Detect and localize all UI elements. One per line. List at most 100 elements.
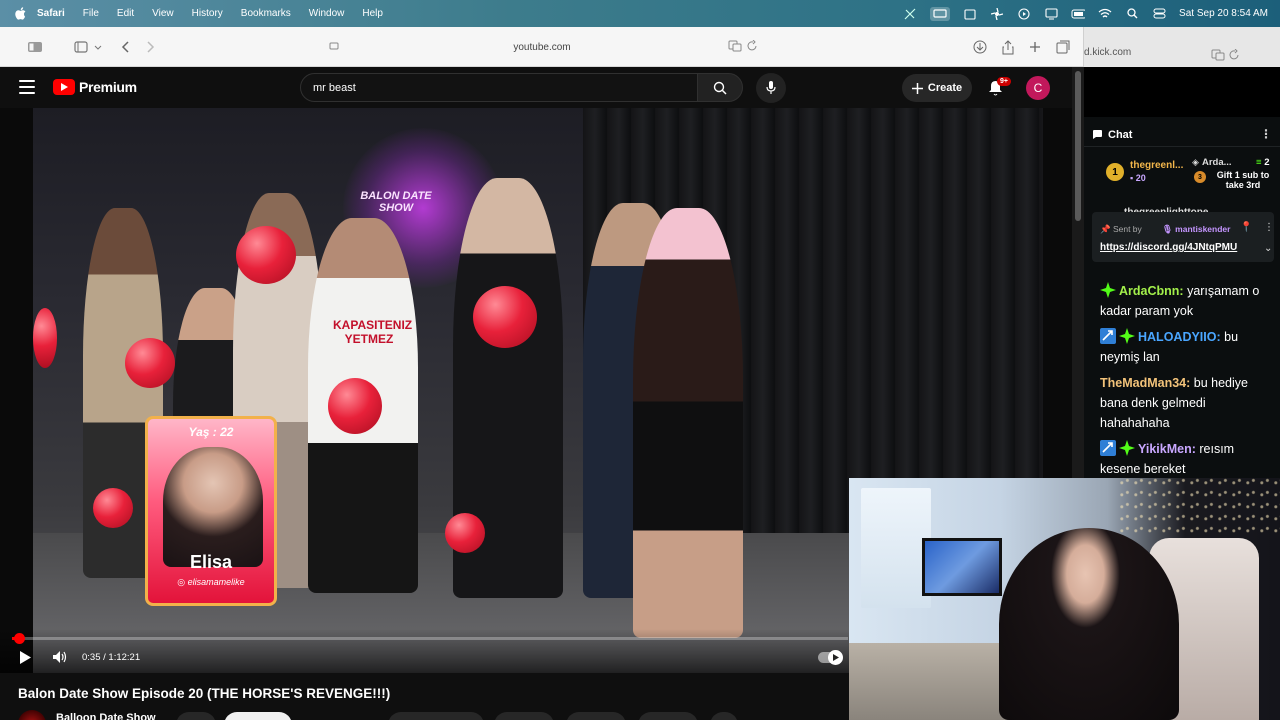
address-text[interactable]: youtube.com — [513, 42, 570, 53]
like-button[interactable] — [388, 712, 484, 720]
forward-icon[interactable] — [144, 39, 158, 55]
pinned-sender[interactable]: 🎙 mantiskender — [1162, 224, 1230, 235]
chevron-down-icon[interactable]: ⌄ — [1264, 243, 1272, 254]
balloon — [473, 286, 537, 348]
pinned-sent-by: 📌 Sent by — [1100, 224, 1142, 235]
menu-edit[interactable]: Edit — [117, 8, 134, 19]
instagram-icon: ◎ — [177, 577, 188, 587]
person — [633, 208, 743, 638]
download-button[interactable] — [566, 712, 626, 720]
gifter-2-name[interactable]: Arda... — [1202, 157, 1232, 168]
time-display: 0:35 / 1:12:21 — [82, 652, 141, 663]
new-tab-icon[interactable] — [1028, 39, 1042, 55]
microphone-icon — [766, 81, 776, 94]
menu-icon[interactable] — [19, 80, 35, 94]
chat-options-icon[interactable]: ⋮ — [1260, 127, 1272, 141]
youtube-logo[interactable]: Premium — [53, 79, 137, 95]
more-actions-button[interactable] — [710, 712, 738, 720]
downloads-icon[interactable] — [972, 39, 988, 55]
play-circle-icon[interactable] — [1017, 7, 1031, 21]
streamer — [999, 528, 1179, 720]
share-icon[interactable] — [1000, 39, 1016, 55]
pinned-link[interactable]: https://discord.gg/4JNtqPMU — [1100, 242, 1237, 253]
scrubber-handle[interactable] — [13, 633, 25, 644]
tab-grid-icon[interactable] — [1055, 39, 1071, 55]
unpin-icon[interactable]: 📍 — [1240, 222, 1252, 233]
apple-menu-icon[interactable] — [13, 7, 27, 21]
chat-username[interactable]: HALOADYIIO: — [1138, 330, 1221, 344]
channel-name[interactable]: Balloon Date Show — [56, 712, 156, 720]
address-bar[interactable]: youtube.com — [322, 35, 762, 59]
gift-prompt[interactable]: Gift 1 sub to take 3rd — [1208, 170, 1278, 190]
share-button[interactable] — [494, 712, 554, 720]
control-center-icon[interactable] — [1152, 7, 1166, 21]
search-box[interactable] — [300, 73, 698, 102]
gifter-1-name[interactable]: thegreenl... — [1130, 160, 1183, 171]
subscribe-button[interactable] — [224, 712, 292, 720]
gifter-rank-1-badge: 1 — [1106, 163, 1124, 181]
pinned-sent-by-label: Sent by — [1112, 224, 1142, 234]
volume-button[interactable] — [52, 649, 68, 665]
youtube-play-logo-icon — [53, 79, 75, 95]
clip-button[interactable] — [638, 712, 698, 720]
page-settings-icon[interactable] — [328, 40, 340, 55]
webcam-window — [861, 488, 931, 608]
pinned-sender-name[interactable]: mantiskender — [1175, 224, 1230, 234]
chat-message: TheMadMan34: bu hediye bana denk gelmedi… — [1100, 373, 1276, 433]
channel-row: Balloon Date Show — [18, 710, 848, 720]
webcam-overlay[interactable] — [849, 478, 1280, 720]
fan-icon[interactable] — [990, 7, 1004, 21]
progress-bar[interactable] — [12, 633, 848, 644]
play-button[interactable] — [17, 649, 33, 665]
menu-safari[interactable]: Safari — [37, 8, 65, 19]
chat-username[interactable]: ArdaCbnn: — [1119, 284, 1184, 298]
card-photo — [163, 447, 263, 567]
chat-username[interactable]: TheMadMan34: — [1100, 376, 1190, 390]
reload-icon[interactable] — [746, 39, 758, 55]
balloon — [125, 338, 175, 388]
search-icon — [713, 81, 727, 95]
top-gifters: 1 thegreenl... ▪ 20 ◈ Arda... ≡ 2 3 Gift… — [1084, 151, 1280, 193]
autoplay-toggle[interactable] — [818, 650, 843, 665]
webcam-monitor — [922, 538, 1002, 596]
calendar-icon[interactable] — [963, 7, 977, 21]
kick-address-text[interactable]: d.kick.com — [1084, 47, 1131, 58]
card-age: Yaş : 22 — [188, 425, 234, 439]
kick-translate-icon[interactable] — [1211, 48, 1225, 66]
card-handle-text: elisamamelike — [187, 577, 245, 587]
shirt-text: KAPASITENIZ YETMEZ — [333, 318, 413, 346]
search-button[interactable] — [697, 73, 743, 102]
chat-message: YikikMen: reısım kesene bereket — [1100, 439, 1276, 479]
account-avatar[interactable]: C — [1026, 76, 1050, 100]
menubar-clock[interactable]: Sat Sep 20 8:54 AM — [1179, 8, 1268, 19]
scrollbar-thumb[interactable] — [1075, 71, 1081, 221]
menu-history[interactable]: History — [192, 8, 223, 19]
voice-search-button[interactable] — [756, 73, 786, 103]
translate-icon[interactable] — [728, 40, 742, 55]
kick-reload-icon[interactable] — [1228, 48, 1240, 66]
pinned-options-icon[interactable]: ⋮ — [1264, 222, 1274, 233]
create-button[interactable]: Create — [902, 74, 972, 102]
sparkle-badge-icon — [1119, 328, 1135, 344]
menu-help[interactable]: Help — [362, 8, 383, 19]
wifi-icon[interactable] — [1098, 7, 1112, 21]
channel-avatar[interactable] — [18, 710, 46, 720]
menu-bookmarks[interactable]: Bookmarks — [241, 8, 291, 19]
battery-icon[interactable] — [1071, 7, 1086, 21]
menu-view[interactable]: View — [152, 8, 174, 19]
menu-file[interactable]: File — [83, 8, 99, 19]
join-button[interactable] — [176, 712, 216, 720]
menu-window[interactable]: Window — [309, 8, 345, 19]
back-icon[interactable] — [118, 39, 132, 55]
search-input[interactable] — [313, 81, 697, 94]
screen-mirror-icon[interactable] — [930, 6, 951, 21]
spotlight-search-icon[interactable] — [1125, 7, 1139, 21]
sidebar-icon[interactable] — [26, 39, 44, 55]
display-icon[interactable] — [1044, 7, 1058, 21]
pen-slash-icon[interactable] — [903, 7, 917, 21]
gift-icon: ≡ — [1256, 157, 1262, 168]
tab-overview-icon[interactable] — [73, 39, 103, 55]
chat-username[interactable]: YikikMen: — [1138, 442, 1196, 456]
chat-header: Chat ⋮ — [1084, 123, 1280, 147]
notification-count-badge: 9+ — [997, 77, 1011, 86]
